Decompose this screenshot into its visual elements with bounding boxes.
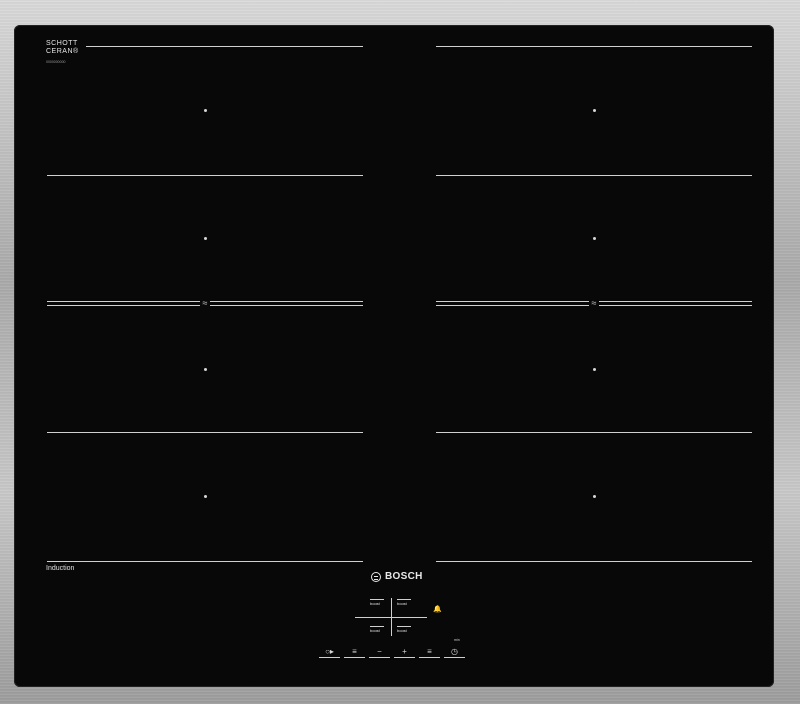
menu-right-button[interactable]: ≡ [419, 646, 440, 658]
zone-center-dot [593, 237, 596, 240]
bell-icon[interactable]: 🔔 [433, 606, 442, 614]
zone-center-dot [204, 495, 207, 498]
zone-line-right-2 [436, 175, 752, 176]
menu-left-button[interactable]: ≡ [344, 646, 365, 658]
bridge-left-icon[interactable]: ≈ [200, 298, 210, 308]
zone-center-dot [593, 109, 596, 112]
zone-line-left-3 [47, 432, 363, 433]
zone-center-dot [204, 237, 207, 240]
timer-button[interactable]: ◷ [444, 646, 465, 658]
ceramic-glass-cooktop: SCHOTT CERAN® 0000000000 ≈ ≈ Induction B… [14, 25, 774, 687]
schott-line1: SCHOTT [46, 40, 78, 47]
boost-bottom-left-button[interactable]: boost [370, 626, 384, 633]
bosch-logo-icon [371, 572, 381, 582]
zone-center-dot [593, 495, 596, 498]
timer-min-label: min [454, 638, 460, 642]
boost-top-right-button[interactable]: boost [397, 599, 411, 606]
zone-line-right-4 [436, 561, 752, 562]
plus-button[interactable]: + [394, 646, 415, 658]
boost-top-left-button[interactable]: boost [370, 599, 384, 606]
bosch-brand: BOSCH [371, 571, 423, 583]
schott-code: 0000000000 [46, 60, 66, 64]
zone-center-dot [204, 109, 207, 112]
schott-line2: CERAN® [46, 48, 79, 55]
zone-line-right-3 [436, 432, 752, 433]
zone-line-right-1 [436, 46, 752, 47]
bosch-text: BOSCH [385, 571, 423, 582]
schott-ceran-logo: SCHOTT CERAN® 0000000000 [46, 40, 79, 66]
control-horizontal-divider [355, 617, 427, 618]
zone-center-dot [204, 368, 207, 371]
boost-bottom-right-button[interactable]: boost [397, 626, 411, 633]
bridge-right-icon[interactable]: ≈ [589, 298, 599, 308]
zone-line-left-1 [86, 46, 363, 47]
zone-center-dot [593, 368, 596, 371]
lock-button[interactable]: ○▸ [319, 646, 340, 658]
zone-line-left-4 [47, 561, 363, 562]
minus-button[interactable]: − [369, 646, 390, 658]
zone-line-left-2 [47, 175, 363, 176]
induction-label: Induction [46, 565, 75, 572]
